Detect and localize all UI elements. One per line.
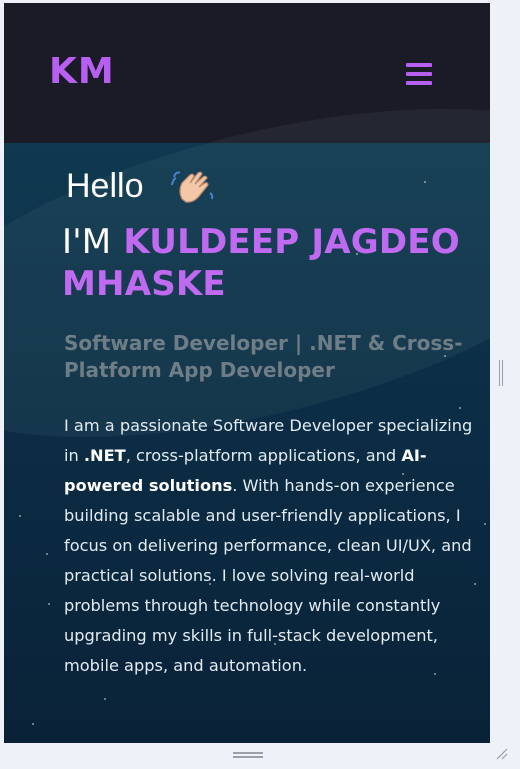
bottom-resize-grip[interactable] (233, 752, 263, 758)
about-highlight-net: .NET (83, 446, 126, 465)
star (48, 603, 50, 605)
about-paragraph: I am a passionate Software Developer spe… (64, 411, 484, 681)
star (459, 407, 461, 409)
star (46, 553, 48, 555)
hero-name: KULDEEP JAGDEO MHASKE (62, 222, 460, 304)
hero-section: Hello I'M KULDEEP JAGDEO MHASKE Software… (4, 45, 490, 743)
hero-headline: I'M KULDEEP JAGDEO MHASKE (62, 221, 482, 305)
side-resize-grip[interactable] (499, 360, 503, 386)
about-text-2: , cross-platform applications, and (125, 446, 402, 465)
waving-hand-icon (171, 171, 214, 203)
hero-subtitle: Software Developer | .NET & Cross-Platfo… (64, 331, 463, 382)
star (32, 723, 34, 725)
star (19, 515, 21, 517)
greeting: Hello (66, 167, 144, 205)
star (104, 698, 106, 700)
im-prefix: I'M (62, 222, 112, 262)
star (424, 181, 426, 183)
corner-resize-icon[interactable] (494, 746, 508, 760)
about-text-3: . With hands-on experience building scal… (64, 476, 472, 675)
star (484, 523, 486, 525)
site-logo[interactable]: KM (49, 51, 115, 92)
hamburger-menu-icon[interactable] (404, 61, 434, 87)
browser-viewport: KM Hello I'M KULDEEP JAGDEO MHASKE Softw… (4, 3, 490, 743)
